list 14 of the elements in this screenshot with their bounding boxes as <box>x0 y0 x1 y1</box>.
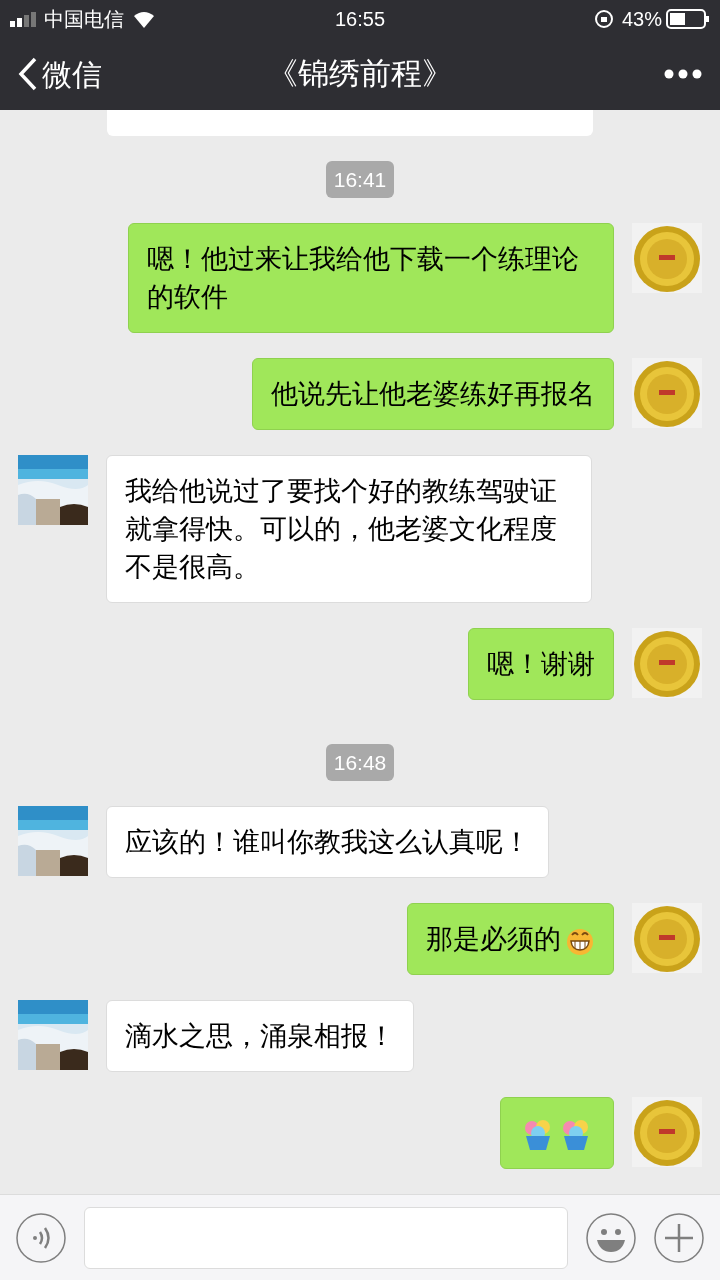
sent-message-bubble: 那是必须的 <box>407 903 614 975</box>
sent-message-bubble: 嗯！他过来让我给他下载一个练理论的软件 <box>128 223 614 333</box>
sent-message-bubble: 他说先让他老婆练好再报名 <box>252 358 614 430</box>
chat-title: 《锦绣前程》 <box>267 54 453 93</box>
received-message-bubble: 滴水之思，涌泉相报！ <box>106 1000 414 1072</box>
received-message-bubble: 应该的！谁叫你教我这么认真呢！ <box>106 806 549 878</box>
sent-message-bubble: 嗯！谢谢 <box>468 628 614 700</box>
carrier-name: 中国电信 <box>44 7 124 32</box>
battery-percent: 43% <box>621 7 662 32</box>
back-button[interactable]: 微信 <box>18 51 102 97</box>
timestamp: 16:41 <box>325 161 395 198</box>
received-message-bubble: 我给他说过了要找个好的教练驾驶证就拿得快。可以的，他老婆文化程度不是很高。 <box>106 455 592 603</box>
timestamp: 16:48 <box>325 744 395 781</box>
clock: 16:55 <box>334 7 386 32</box>
